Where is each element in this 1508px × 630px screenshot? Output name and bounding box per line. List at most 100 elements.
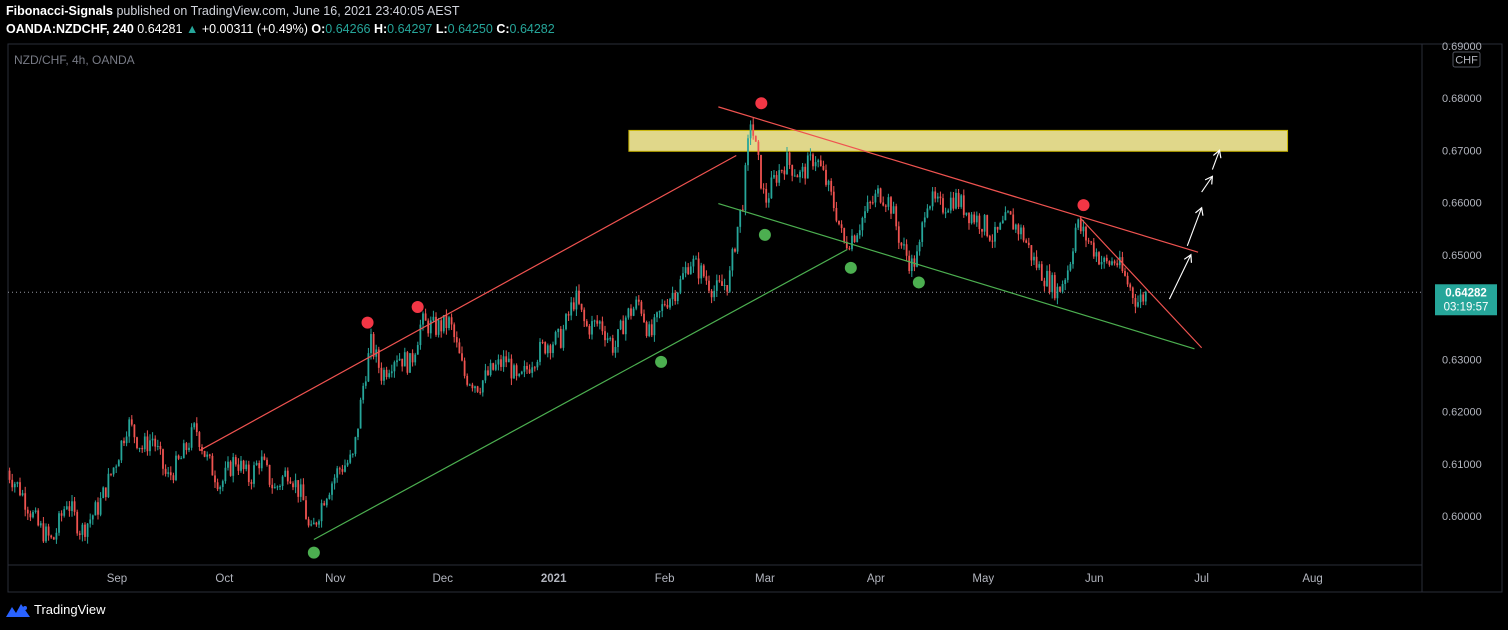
candle-body-down	[1087, 240, 1090, 242]
candle-body-up	[468, 384, 471, 386]
candle-body-down	[890, 197, 892, 214]
candle-body-up	[999, 223, 1002, 230]
candle-body-up	[65, 506, 68, 510]
candle-body-down	[338, 468, 341, 470]
candle-body-up	[390, 371, 393, 374]
candle-body-up	[921, 222, 924, 242]
x-tick-label: Apr	[867, 573, 885, 585]
candle-body-down	[1108, 261, 1111, 265]
candle-body-up	[388, 373, 391, 377]
candle-body-up	[518, 373, 521, 376]
change-arrow-icon: ▲	[185, 22, 199, 36]
candle-body-up	[546, 345, 549, 354]
candle-body-down	[637, 299, 640, 302]
candle-body-down	[380, 367, 383, 381]
candle-body-down	[780, 170, 783, 172]
candle-body-up	[279, 486, 281, 488]
candle-body-up	[414, 354, 417, 363]
candle-body-up	[232, 457, 235, 476]
candle-body-up	[747, 138, 749, 166]
candle-body-up	[188, 447, 190, 451]
candle-body-up	[175, 455, 177, 481]
candle-body-down	[526, 365, 528, 370]
candle-body-down	[604, 331, 606, 341]
candle-body-up	[619, 320, 622, 330]
candle-body-down	[981, 229, 983, 232]
candle-body-up	[661, 304, 664, 311]
candle-body-up	[793, 175, 796, 177]
candle-body-up	[276, 486, 279, 488]
price-chart[interactable]: NZD/CHF, 4h, OANDA 0.60000 0.61000 0.62000 0…	[0, 0, 1508, 630]
candle-body-up	[1137, 302, 1139, 307]
candle-body-up	[887, 197, 890, 207]
y-tick-label: 0.63000	[1442, 354, 1482, 366]
candle-body-down	[640, 301, 643, 314]
candle-body-up	[799, 171, 801, 178]
candle-body-down	[978, 215, 981, 230]
candle-body-up	[1095, 252, 1098, 257]
candle-body-up	[994, 226, 996, 242]
candle-body-up	[419, 324, 422, 346]
candle-body-down	[385, 369, 388, 377]
candle-body-down	[996, 226, 999, 230]
candle-body-down	[1126, 275, 1129, 285]
x-tick-label: Jun	[1085, 573, 1104, 585]
candle-body-down	[208, 454, 211, 456]
x-tick-label: Aug	[1302, 573, 1322, 585]
candle-body-up	[151, 438, 154, 441]
candle-body-up	[1072, 251, 1074, 265]
author-name[interactable]: Fibonacci-Signals	[6, 4, 113, 18]
candle-body-down	[136, 437, 138, 449]
candle-body-down	[1048, 270, 1051, 293]
candle-body-down	[611, 338, 614, 353]
candle-body-up	[383, 369, 385, 381]
candle-body-down	[1040, 264, 1043, 281]
candle-body-down	[775, 175, 778, 183]
candle-body-up	[328, 494, 331, 499]
symbol-label: OANDA:NZDCHF, 240	[6, 22, 134, 36]
candle-body-down	[580, 303, 583, 310]
candle-body-down	[708, 280, 710, 291]
candle-body-up	[354, 437, 357, 454]
candle-body-up	[736, 226, 739, 252]
candle-body-up	[1051, 275, 1054, 293]
candle-body-up	[523, 365, 526, 372]
candle-body-down	[110, 473, 112, 475]
candle-body-down	[643, 313, 645, 323]
y-tick-label: 0.60000	[1442, 511, 1482, 523]
candle-body-up	[609, 338, 612, 340]
candle-body-down	[1027, 242, 1030, 246]
candle-body-up	[682, 273, 684, 280]
candle-body-down	[1043, 280, 1046, 287]
footer-brand[interactable]: TradingView	[6, 602, 106, 617]
candle-body-up	[531, 367, 534, 373]
candle-body-down	[796, 175, 799, 178]
candle-body-down	[510, 358, 513, 379]
candle-body-down	[843, 228, 846, 242]
candle-body-up	[245, 464, 248, 470]
y-tick-label: 0.62000	[1442, 407, 1482, 419]
candle-body-down	[445, 315, 448, 329]
candle-body-up	[926, 208, 929, 218]
candle-body-up	[557, 328, 560, 333]
candle-body-up	[299, 484, 302, 497]
candle-body-down	[266, 459, 268, 465]
candle-body-down	[505, 356, 508, 363]
candle-body-down	[26, 509, 29, 514]
candle-body-down	[42, 523, 45, 542]
candle-body-up	[570, 302, 573, 316]
candle-body-up	[357, 428, 359, 438]
candle-body-up	[489, 363, 492, 375]
candle-body-down	[762, 188, 765, 190]
candle-body-down	[760, 154, 762, 189]
candle-body-up	[484, 370, 487, 381]
candle-body-up	[432, 316, 435, 321]
candle-body-up	[273, 486, 276, 489]
candle-body-down	[544, 342, 547, 354]
candle-body-down	[242, 460, 245, 470]
y-tick-label: 0.69000	[1442, 41, 1482, 53]
candle-body-up	[89, 519, 92, 524]
candle-body-down	[830, 180, 833, 192]
candle-body-up	[632, 308, 635, 316]
candle-body-up	[877, 188, 879, 194]
